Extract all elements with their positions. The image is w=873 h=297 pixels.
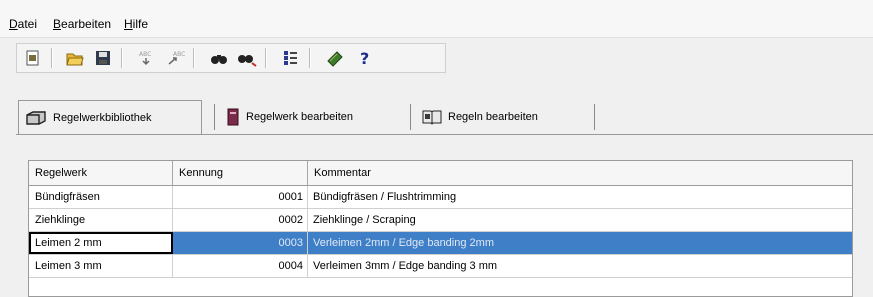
- tab-regelwerkbibliothek[interactable]: Regelwerkbibliothek: [18, 100, 202, 134]
- open-folder-icon[interactable]: [63, 46, 87, 70]
- export-icon[interactable]: ABC: [163, 46, 187, 70]
- cell-regelwerk[interactable]: Ziehklinge: [29, 209, 173, 231]
- cell-regelwerk[interactable]: Leimen 2 mm: [29, 232, 173, 254]
- library-icon: [25, 110, 47, 126]
- new-document-icon[interactable]: [21, 46, 45, 70]
- table-row[interactable]: Ziehklinge 0002 Ziehklinge / Scraping: [29, 209, 852, 232]
- cell-regelwerk[interactable]: Bündigfräsen: [29, 186, 173, 208]
- cell-kommentar[interactable]: Bündigfräsen / Flushtrimming: [308, 186, 852, 208]
- menu-bar: Datei Bearbeiten Hilfe: [0, 0, 873, 38]
- import-icon[interactable]: ABC: [135, 46, 159, 70]
- svg-text:?: ?: [360, 49, 369, 67]
- cell-kommentar[interactable]: Ziehklinge / Scraping: [308, 209, 852, 231]
- cell-kennung[interactable]: 0001: [173, 186, 308, 208]
- table-row[interactable]: Leimen 3 mm 0004 Verleimen 3mm / Edge ba…: [29, 255, 852, 278]
- cell-kennung[interactable]: 0004: [173, 255, 308, 277]
- toolbar: ABC ABC ?: [16, 43, 446, 73]
- svg-text:ABC: ABC: [139, 51, 151, 58]
- tab-regelwerk-bearbeiten[interactable]: Regelwerk bearbeiten: [220, 100, 408, 134]
- column-header-kennung[interactable]: Kennung: [173, 161, 308, 185]
- cell-kennung[interactable]: 0002: [173, 209, 308, 231]
- menu-hilfe[interactable]: Hilfe: [124, 17, 148, 31]
- tab-regeln-bearbeiten[interactable]: Regeln bearbeiten: [416, 100, 588, 134]
- table-row-selected[interactable]: Leimen 2 mm 0003 Verleimen 2mm / Edge ba…: [29, 232, 852, 255]
- tab-strip: Regelwerkbibliothek Regelwerk bearbeiten…: [18, 100, 598, 136]
- cell-kennung[interactable]: 0003: [173, 232, 308, 254]
- rules-icon[interactable]: [323, 46, 347, 70]
- cell-kommentar[interactable]: Verleimen 3mm / Edge banding 3 mm: [308, 255, 852, 277]
- menu-bearbeiten[interactable]: Bearbeiten: [53, 17, 111, 31]
- help-icon[interactable]: ?: [353, 46, 377, 70]
- find-next-icon[interactable]: [235, 46, 259, 70]
- edit-rules-icon: [422, 109, 442, 125]
- list-settings-icon[interactable]: [279, 46, 303, 70]
- cell-regelwerk[interactable]: Leimen 3 mm: [29, 255, 173, 277]
- column-header-regelwerk[interactable]: Regelwerk: [29, 161, 173, 185]
- svg-text:ABC: ABC: [173, 51, 185, 58]
- cell-kommentar[interactable]: Verleimen 2mm / Edge banding 2mm: [308, 232, 852, 254]
- menu-datei[interactable]: Datei: [9, 17, 37, 31]
- tab-panel-border: [16, 134, 873, 135]
- table-header: Regelwerk Kennung Kommentar: [29, 161, 852, 186]
- table-row[interactable]: Bündigfräsen 0001 Bündigfräsen / Flushtr…: [29, 186, 852, 209]
- edit-ruleset-icon: [226, 108, 240, 126]
- save-icon[interactable]: [91, 46, 115, 70]
- find-icon[interactable]: [207, 46, 231, 70]
- column-header-kommentar[interactable]: Kommentar: [308, 161, 852, 185]
- ruleset-table: Regelwerk Kennung Kommentar Bündigfräsen…: [28, 160, 853, 297]
